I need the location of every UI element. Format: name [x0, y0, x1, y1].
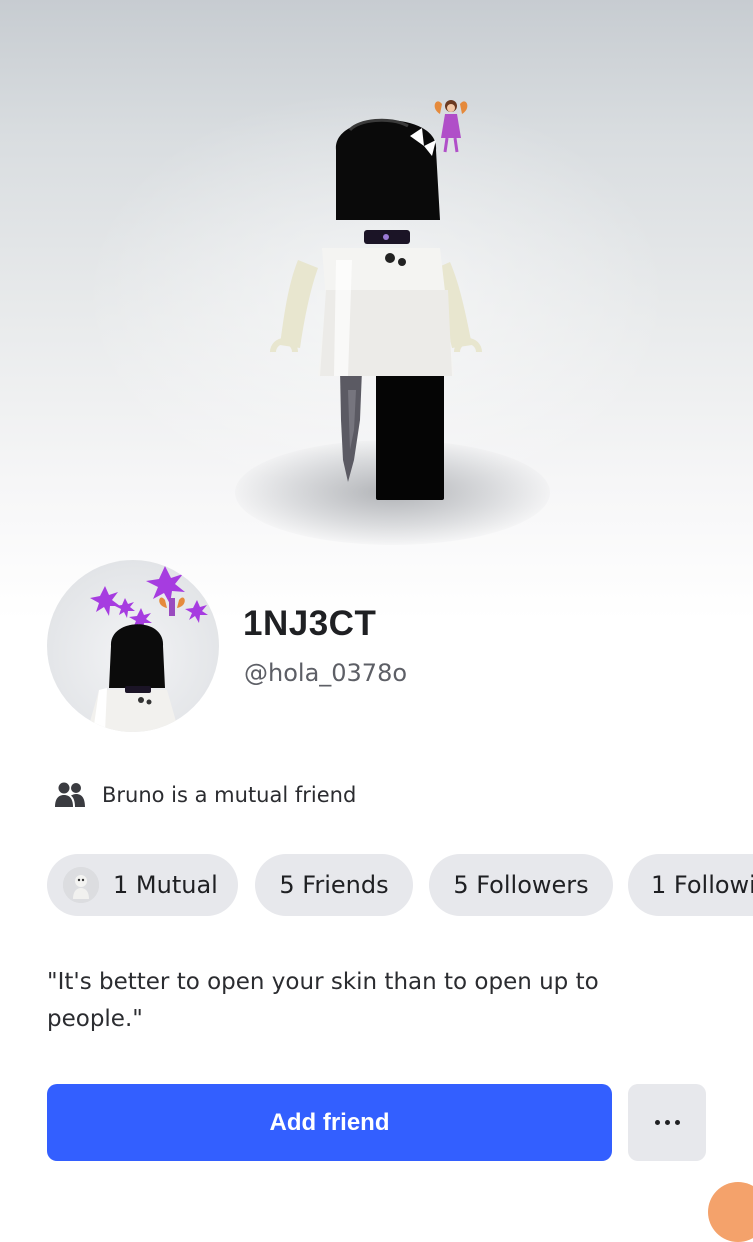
floating-action-bubble[interactable]	[708, 1182, 753, 1242]
mutual-count-pill[interactable]: 1 Mutual	[47, 854, 238, 916]
friends-count-label: 5 Friends	[279, 871, 389, 899]
friends-count-pill[interactable]: 5 Friends	[255, 854, 413, 916]
avatar-stage	[0, 0, 753, 620]
profile-avatar[interactable]	[47, 560, 219, 732]
profile-bio: "It's better to open your skin than to o…	[47, 969, 599, 1032]
profile-avatar-image	[87, 566, 208, 732]
mutual-friend-text: Bruno is a mutual friend	[102, 783, 357, 807]
avatar-3d-render	[270, 100, 482, 500]
mutual-count-label: 1 Mutual	[113, 871, 218, 899]
followers-count-label: 5 Followers	[453, 871, 589, 899]
following-count-label: 1 Followi	[651, 871, 753, 899]
followers-count-pill[interactable]: 5 Followers	[429, 854, 613, 916]
mutual-friend-avatar	[63, 867, 99, 903]
add-friend-button[interactable]: Add friend	[47, 1084, 612, 1161]
fairy-accessory	[434, 100, 468, 153]
username: @hola_0378o	[244, 659, 408, 687]
friends-icon	[55, 781, 85, 809]
following-count-pill[interactable]: 1 Followi	[628, 854, 753, 916]
more-horizontal-icon	[654, 1120, 680, 1125]
more-options-button[interactable]	[628, 1084, 706, 1161]
display-name: 1NJ3CT	[243, 604, 377, 643]
add-friend-label: Add friend	[269, 1108, 390, 1136]
mutual-friend-row[interactable]: Bruno is a mutual friend	[55, 780, 356, 810]
